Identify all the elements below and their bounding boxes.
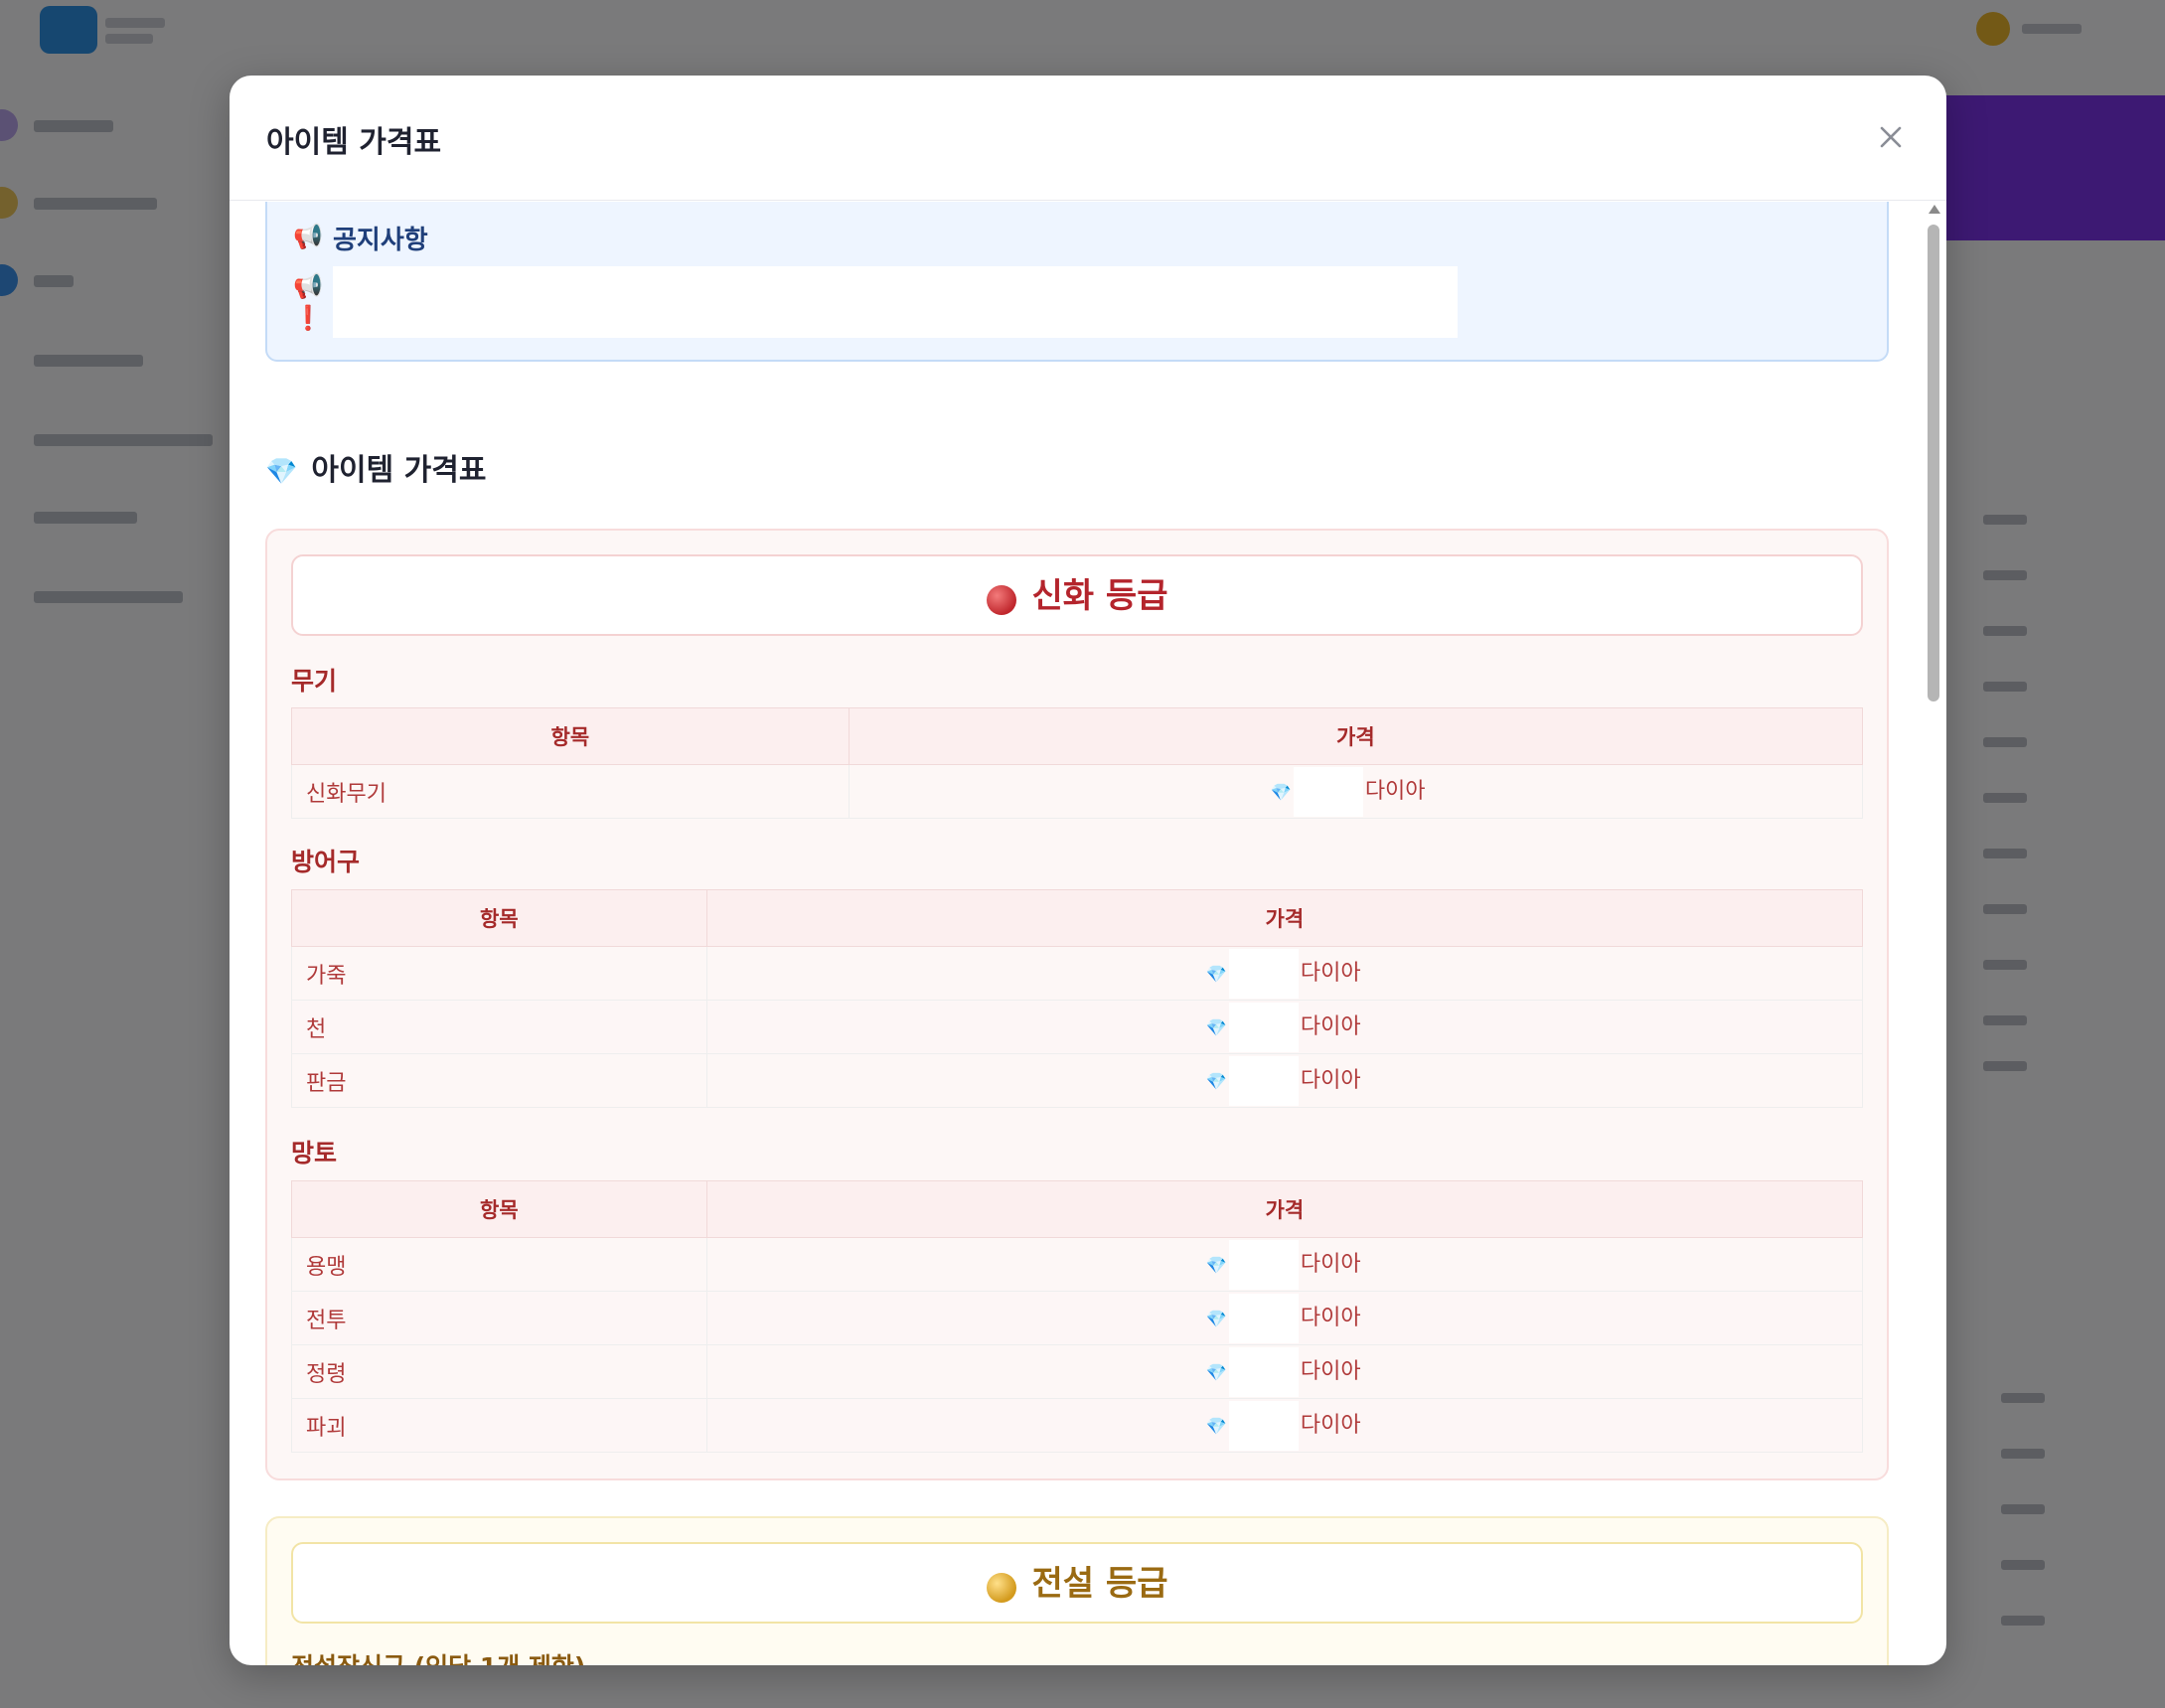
diamond-icon: 💎 xyxy=(1205,1018,1227,1038)
close-icon xyxy=(1880,126,1902,148)
price-redacted xyxy=(1228,1056,1299,1106)
item-price: 💎 다이아 xyxy=(705,946,1864,1001)
megaphone-icon: 📢 xyxy=(293,223,323,250)
item-name: 가죽 xyxy=(291,946,707,1001)
item-name: 파괴 xyxy=(291,1398,707,1453)
price-redacted xyxy=(1228,1347,1299,1397)
column-header: 가격 xyxy=(848,707,1864,765)
column-header: 가격 xyxy=(705,1180,1864,1238)
price-table-modal: 아이템 가격표 📢 공지사항 📢 ❗ 💎 아이템 가격표 신화 등급 무기 항목… xyxy=(230,76,1946,1665)
grade-name: 전설 등급 xyxy=(1031,1564,1168,1604)
item-price: 💎 다이아 xyxy=(705,1398,1864,1453)
table-row: 신화무기 💎 다이아 xyxy=(291,764,1864,819)
megaphone-icon: 📢 xyxy=(293,272,323,300)
column-header: 항목 xyxy=(291,1180,707,1238)
table-row: 용맹 💎 다이아 xyxy=(291,1237,1864,1292)
price-unit: 다이아 xyxy=(1364,779,1426,804)
table-row: 판금 💎 다이아 xyxy=(291,1053,1864,1108)
item-price: 💎 다이아 xyxy=(705,1344,1864,1399)
table-header-row: 항목 가격 xyxy=(291,1180,1864,1238)
price-unit: 다이아 xyxy=(1300,1413,1361,1438)
table-header-row: 항목 가격 xyxy=(291,889,1864,947)
scroll-up-arrow-icon[interactable] xyxy=(1929,205,1940,214)
item-price: 💎 다이아 xyxy=(705,1291,1864,1345)
table-row: 파괴 💎 다이아 xyxy=(291,1398,1864,1453)
price-unit: 다이아 xyxy=(1300,1068,1361,1093)
price-table-weapon: 항목 가격 신화무기 💎 다이아 xyxy=(291,707,1864,819)
diamond-icon: 💎 xyxy=(1205,1363,1227,1383)
modal-header: 아이템 가격표 xyxy=(230,76,1946,201)
notice-title: 공지사항 xyxy=(333,226,428,255)
close-button[interactable] xyxy=(1871,117,1911,157)
price-redacted xyxy=(1228,949,1299,999)
modal-body[interactable]: 📢 공지사항 📢 ❗ 💎 아이템 가격표 신화 등급 무기 항목 가격 신화무기… xyxy=(230,202,1946,1665)
price-unit: 다이아 xyxy=(1300,1306,1361,1330)
price-table-cloak: 항목 가격 용맹 💎 다이아 전투 💎 다이아 정령 💎 다이아 파괴 💎 다이… xyxy=(291,1180,1864,1453)
item-name: 천 xyxy=(291,1000,707,1054)
price-table-armor: 항목 가격 가죽 💎 다이아 천 💎 다이아 판금 💎 다이아 xyxy=(291,889,1864,1108)
diamond-icon: 💎 xyxy=(1205,1417,1227,1437)
item-name: 신화무기 xyxy=(291,764,850,819)
grade-panel-legend: 전설 등급 전설장신구 (인당 1개 제한) xyxy=(265,1516,1889,1665)
price-unit: 다이아 xyxy=(1300,1252,1361,1277)
scroll-thumb[interactable] xyxy=(1928,225,1939,701)
diamond-icon: 💎 xyxy=(1205,965,1227,985)
table-header-row: 항목 가격 xyxy=(291,707,1864,765)
grade-name: 신화 등급 xyxy=(1031,576,1168,616)
price-unit: 다이아 xyxy=(1300,961,1361,986)
category-title: 망토 xyxy=(291,1139,338,1167)
diamond-icon: 💎 xyxy=(1205,1256,1227,1276)
price-redacted xyxy=(1228,1294,1299,1343)
category-title: 방어구 xyxy=(291,848,361,876)
price-section-title: 💎 아이템 가격표 xyxy=(265,445,486,489)
item-name: 판금 xyxy=(291,1053,707,1108)
diamond-icon: 💎 xyxy=(1205,1310,1227,1329)
item-name: 용맹 xyxy=(291,1237,707,1292)
item-price: 💎 다이아 xyxy=(705,1000,1864,1054)
price-section-title-text: 아이템 가격표 xyxy=(311,453,487,488)
diamond-icon: 💎 xyxy=(265,457,298,487)
grade-header: 신화 등급 xyxy=(291,554,1863,636)
price-redacted xyxy=(1228,1401,1299,1451)
item-name: 정령 xyxy=(291,1344,707,1399)
price-unit: 다이아 xyxy=(1300,1014,1361,1039)
table-row: 가죽 💎 다이아 xyxy=(291,946,1864,1001)
category-title: 무기 xyxy=(291,667,338,696)
item-price: 💎 다이아 xyxy=(705,1053,1864,1108)
item-price: 💎 다이아 xyxy=(848,764,1864,819)
gold-orb-icon xyxy=(986,1572,1016,1603)
grade-header: 전설 등급 xyxy=(291,1542,1863,1624)
notice-box: 📢 공지사항 📢 ❗ xyxy=(265,202,1889,362)
table-row: 정령 💎 다이아 xyxy=(291,1344,1864,1399)
price-unit: 다이아 xyxy=(1300,1359,1361,1384)
column-header: 항목 xyxy=(291,707,850,765)
item-name: 전투 xyxy=(291,1291,707,1345)
notice-text-redacted xyxy=(333,266,1458,338)
column-header: 가격 xyxy=(705,889,1864,947)
price-redacted xyxy=(1293,767,1363,817)
table-row: 천 💎 다이아 xyxy=(291,1000,1864,1054)
price-redacted xyxy=(1228,1240,1299,1290)
price-redacted xyxy=(1228,1003,1299,1052)
exclamation-icon: ❗ xyxy=(293,304,323,332)
diamond-icon: 💎 xyxy=(1270,783,1292,803)
modal-scrollbar[interactable] xyxy=(1927,205,1940,1665)
modal-title: 아이템 가격표 xyxy=(266,125,442,160)
table-row: 전투 💎 다이아 xyxy=(291,1291,1864,1345)
item-price: 💎 다이아 xyxy=(705,1237,1864,1292)
grade-panel-mythic: 신화 등급 무기 항목 가격 신화무기 💎 다이아 방어구 항목 가격 가죽 💎… xyxy=(265,529,1889,1480)
red-orb-icon xyxy=(986,584,1016,615)
diamond-icon: 💎 xyxy=(1205,1072,1227,1092)
category-title: 전설장신구 (인당 1개 제한) xyxy=(291,1647,585,1665)
column-header: 항목 xyxy=(291,889,707,947)
